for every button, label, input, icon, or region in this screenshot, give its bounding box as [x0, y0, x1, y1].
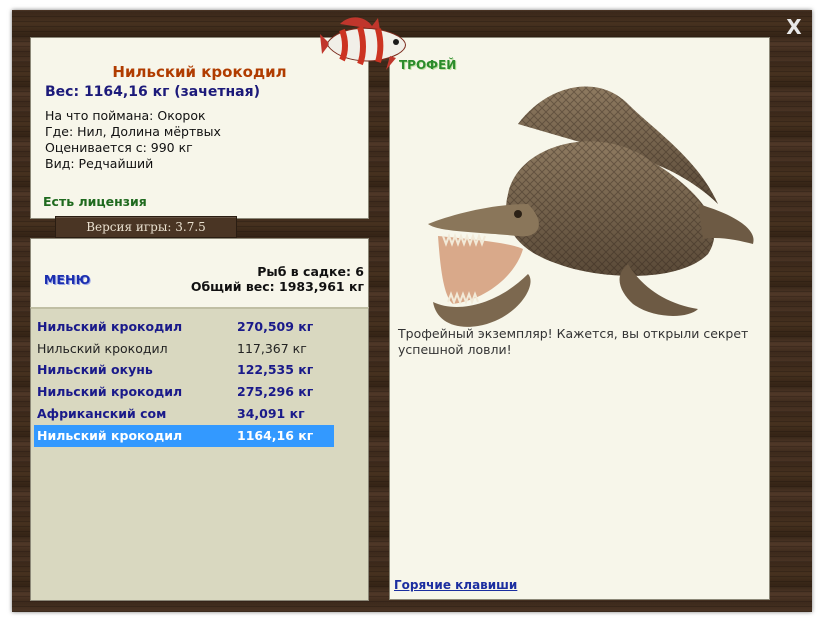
keepnet-stats-panel: МЕНЮ Рыб в садке: 6 Общий вес: 1983,961 …	[30, 238, 369, 308]
list-item[interactable]: Нильский крокодил 117,367 кг	[34, 338, 334, 360]
trophy-panel: ТРОФЕЙ Трофейный экземпляр! Кажется, вы …	[389, 37, 770, 600]
catch-value: Оценивается с: 990 кг	[45, 140, 193, 155]
list-item-name: Африканский сом	[37, 406, 167, 421]
fish-count: Рыб в садке: 6	[257, 264, 364, 279]
list-item[interactable]: Нильский окунь 122,535 кг	[34, 359, 334, 381]
list-item-name: Нильский крокодил	[37, 384, 183, 399]
game-version: Версия игры: 3.7.5	[55, 216, 237, 238]
list-item[interactable]: Африканский сом 34,091 кг	[34, 403, 334, 425]
list-item-name: Нильский крокодил	[37, 341, 168, 356]
list-item-name: Нильский крокодил	[37, 428, 183, 443]
list-item[interactable]: Нильский крокодил 275,296 кг	[34, 381, 334, 403]
license-status: Есть лицензия	[43, 194, 147, 209]
list-item-weight: 275,296 кг	[237, 384, 314, 399]
catch-bait: На что поймана: Окорок	[45, 108, 206, 123]
keepnet-list: Нильский крокодил 270,509 кг Нильский кр…	[30, 307, 369, 601]
list-item-weight: 122,535 кг	[237, 362, 314, 377]
crocodile-image	[428, 86, 754, 327]
list-item-weight: 1164,16 кг	[237, 428, 314, 443]
hotkeys-link[interactable]: Горячие клавиши	[394, 578, 517, 592]
trophy-message: Трофейный экземпляр! Кажется, вы открыли…	[398, 326, 749, 357]
list-item-weight: 34,091 кг	[237, 406, 305, 421]
list-item[interactable]: Нильский крокодил 270,509 кг	[34, 316, 334, 338]
catch-location: Где: Нил, Долина мёртвых	[45, 124, 221, 139]
total-weight: Общий вес: 1983,961 кг	[190, 279, 364, 294]
catch-rarity: Вид: Редчайший	[45, 156, 154, 171]
catch-fish-name: Нильский крокодил	[112, 63, 287, 81]
list-item-name: Нильский крокодил	[37, 319, 183, 334]
list-item-selected[interactable]: Нильский крокодил 1164,16 кг	[34, 425, 334, 447]
catch-weight: Вес: 1164,16 кг (зачетная)	[45, 84, 260, 100]
list-item-weight: 117,367 кг	[237, 341, 307, 356]
fish-logo-icon	[320, 17, 406, 70]
list-item-weight: 270,509 кг	[237, 319, 314, 334]
catch-info-panel: Нильский крокодил Вес: 1164,16 кг (зачет…	[30, 37, 369, 219]
menu-button[interactable]: МЕНЮ	[44, 273, 90, 287]
close-button[interactable]: X	[784, 16, 804, 38]
list-item-name: Нильский окунь	[37, 362, 153, 377]
